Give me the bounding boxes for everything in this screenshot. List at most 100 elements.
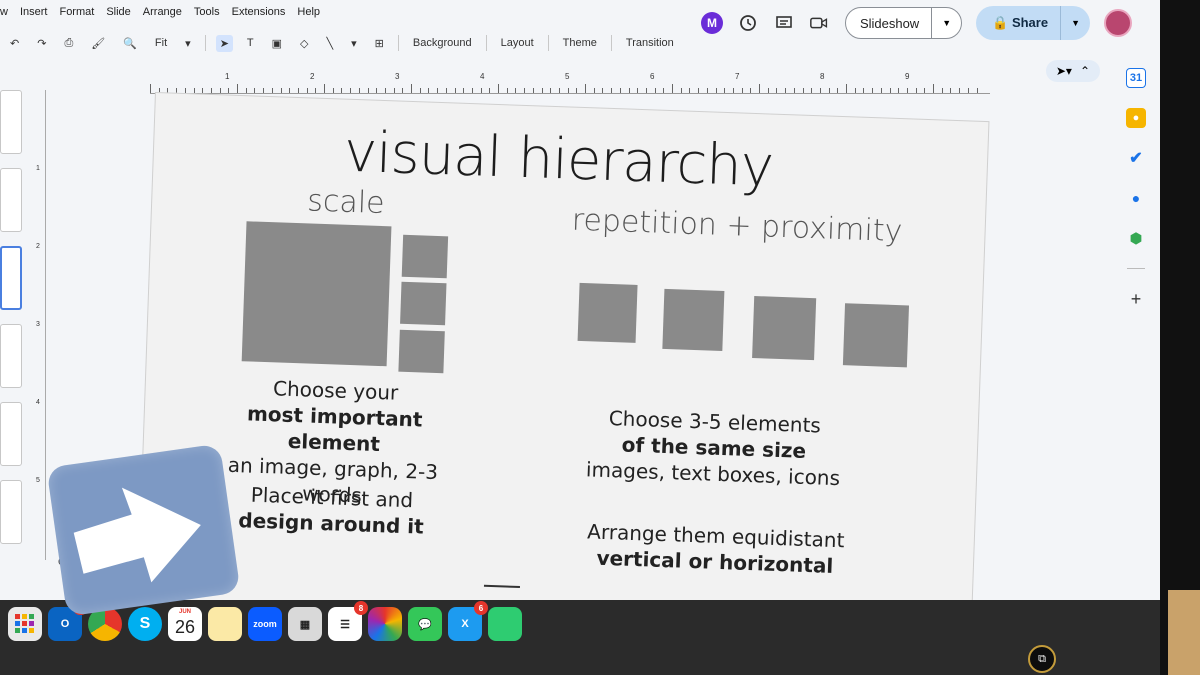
pointer-mode-icon[interactable]: ➤▾ [1056, 64, 1072, 78]
ruler-tick [619, 88, 621, 93]
meet-icon[interactable] [809, 12, 831, 34]
menu-item-help[interactable]: Help [297, 6, 320, 24]
extension-icon[interactable]: M [700, 12, 723, 34]
calendar-app-icon[interactable]: JUN 26 [168, 607, 202, 641]
repeat-square-shape[interactable] [662, 288, 725, 351]
repeat-square-shape[interactable] [842, 303, 910, 368]
ruler-tick [306, 88, 308, 93]
menu-item-extensions[interactable]: Extensions [232, 6, 286, 24]
share-button[interactable]: 🔒 Share ▼ [976, 6, 1090, 40]
redo-icon[interactable]: ↷ [33, 35, 50, 52]
slide-thumbnail[interactable] [0, 168, 22, 232]
right-text-block-2[interactable]: Arrange them equidistant vertical or hor… [570, 518, 862, 580]
slide-title[interactable]: visual hierarchy [343, 120, 774, 200]
menu-item-insert[interactable]: Insert [20, 6, 48, 24]
paint-format-icon[interactable]: 🖌 [87, 35, 109, 52]
chevron-down-icon[interactable]: ▾ [347, 35, 361, 52]
ruler-tick [376, 88, 378, 93]
zoom-icon[interactable]: 🔍 [119, 35, 141, 52]
small-square-shape[interactable] [398, 329, 445, 374]
chevron-down-icon[interactable]: ▾ [181, 35, 195, 52]
background-button[interactable]: Background [409, 35, 476, 51]
ruler-number: 1 [36, 165, 40, 172]
print-icon[interactable]: ⎙ [60, 35, 77, 52]
shape-icon[interactable]: ◇ [296, 35, 312, 52]
slide-thumbnail[interactable] [0, 402, 22, 466]
maps-icon[interactable]: ⬢ [1126, 228, 1146, 248]
slide-thumbnail-selected[interactable] [0, 246, 22, 310]
slideshow-button[interactable]: Slideshow ▼ [844, 7, 963, 39]
transition-button[interactable]: Transition [622, 35, 678, 51]
reminders-icon[interactable]: ☰ 8 [328, 601, 368, 641]
ruler-tick [445, 88, 447, 93]
photos-icon[interactable] [368, 607, 402, 641]
ruler-tick [898, 88, 900, 93]
speaker-notes-handle[interactable] [483, 584, 520, 589]
history-icon[interactable] [737, 12, 759, 34]
text-box-icon[interactable]: T [243, 35, 258, 51]
ruler-tick [567, 88, 569, 93]
menu-item-tools[interactable]: Tools [194, 6, 220, 24]
menu-item-view[interactable]: w [0, 6, 8, 24]
chevron-down-icon[interactable]: ▼ [1060, 6, 1090, 40]
ruler-tick [976, 88, 978, 93]
menu-item-arrange[interactable]: Arrange [143, 6, 182, 24]
image-icon[interactable]: ▣ [268, 35, 286, 52]
keep-icon[interactable]: ● [1126, 108, 1146, 128]
messages-icon[interactable]: 💬 [408, 607, 442, 641]
ruler-tick [202, 88, 204, 93]
layout-button[interactable]: Layout [497, 35, 538, 51]
slide-canvas[interactable]: visual hierarchy scale repetition + prox… [136, 92, 990, 600]
vertical-ruler: 1 2 3 4 5 [30, 90, 46, 560]
ruler-tick [297, 88, 299, 93]
large-square-shape[interactable] [241, 221, 392, 367]
divider [1127, 268, 1145, 269]
ruler-tick [219, 88, 221, 93]
screen-record-icon[interactable]: ⧉ [1028, 645, 1056, 673]
facetime-icon[interactable] [488, 607, 522, 641]
comments-icon[interactable] [773, 12, 795, 34]
calendar-icon[interactable]: 31 [1126, 68, 1146, 88]
zoom-icon[interactable]: zoom [248, 607, 282, 641]
tasks-icon[interactable]: ✔ [1126, 148, 1146, 168]
notes-icon[interactable] [208, 607, 242, 641]
share-label: 🔒 Share [976, 15, 1060, 31]
contacts-icon[interactable]: ● [1126, 188, 1146, 208]
slide-thumbnail[interactable] [0, 90, 22, 154]
repeat-square-shape[interactable] [577, 282, 638, 343]
slide-thumbnail[interactable] [0, 480, 22, 544]
left-text-block-2[interactable]: Place it first and design around it [226, 481, 438, 540]
launchpad-icon[interactable] [8, 607, 42, 641]
ruler-tick [254, 88, 256, 93]
menu-item-format[interactable]: Format [59, 6, 94, 24]
right-text-block-1[interactable]: Choose 3-5 elements of the same size ima… [573, 404, 856, 492]
new-comment-icon[interactable]: ⊞ [371, 35, 388, 52]
desk-surface [1168, 590, 1200, 675]
theme-button[interactable]: Theme [559, 35, 601, 51]
xcode-icon[interactable]: X6 [448, 601, 488, 641]
ruler-tick [889, 88, 891, 93]
zoom-select[interactable]: Fit [151, 35, 171, 51]
right-subtitle[interactable]: repetition + proximity [571, 203, 903, 250]
ruler-tick [576, 88, 578, 93]
repeat-square-shape[interactable] [752, 296, 817, 361]
ruler-tick [341, 88, 343, 93]
undo-icon[interactable]: ↶ [6, 35, 23, 52]
ruler-tick [802, 88, 804, 93]
small-square-shape[interactable] [400, 281, 447, 326]
ruler-tick [480, 88, 482, 93]
small-square-shape[interactable] [401, 234, 449, 279]
ruler-number: 2 [36, 243, 40, 250]
slideshow-label: Slideshow [859, 15, 920, 31]
collapse-menus-icon[interactable]: ⌃ [1080, 64, 1090, 78]
left-subtitle[interactable]: scale [307, 183, 385, 221]
add-icon[interactable]: + [1126, 289, 1146, 309]
calculator-icon[interactable]: ▦ [288, 607, 322, 641]
line-icon[interactable]: ╲ [323, 35, 338, 52]
avatar[interactable] [1104, 9, 1132, 37]
skype-icon[interactable]: S [128, 607, 162, 641]
slide-thumbnail[interactable] [0, 324, 22, 388]
menu-item-slide[interactable]: Slide [106, 6, 130, 24]
chevron-down-icon[interactable]: ▼ [931, 8, 961, 38]
select-tool-icon[interactable]: ➤ [215, 34, 233, 52]
